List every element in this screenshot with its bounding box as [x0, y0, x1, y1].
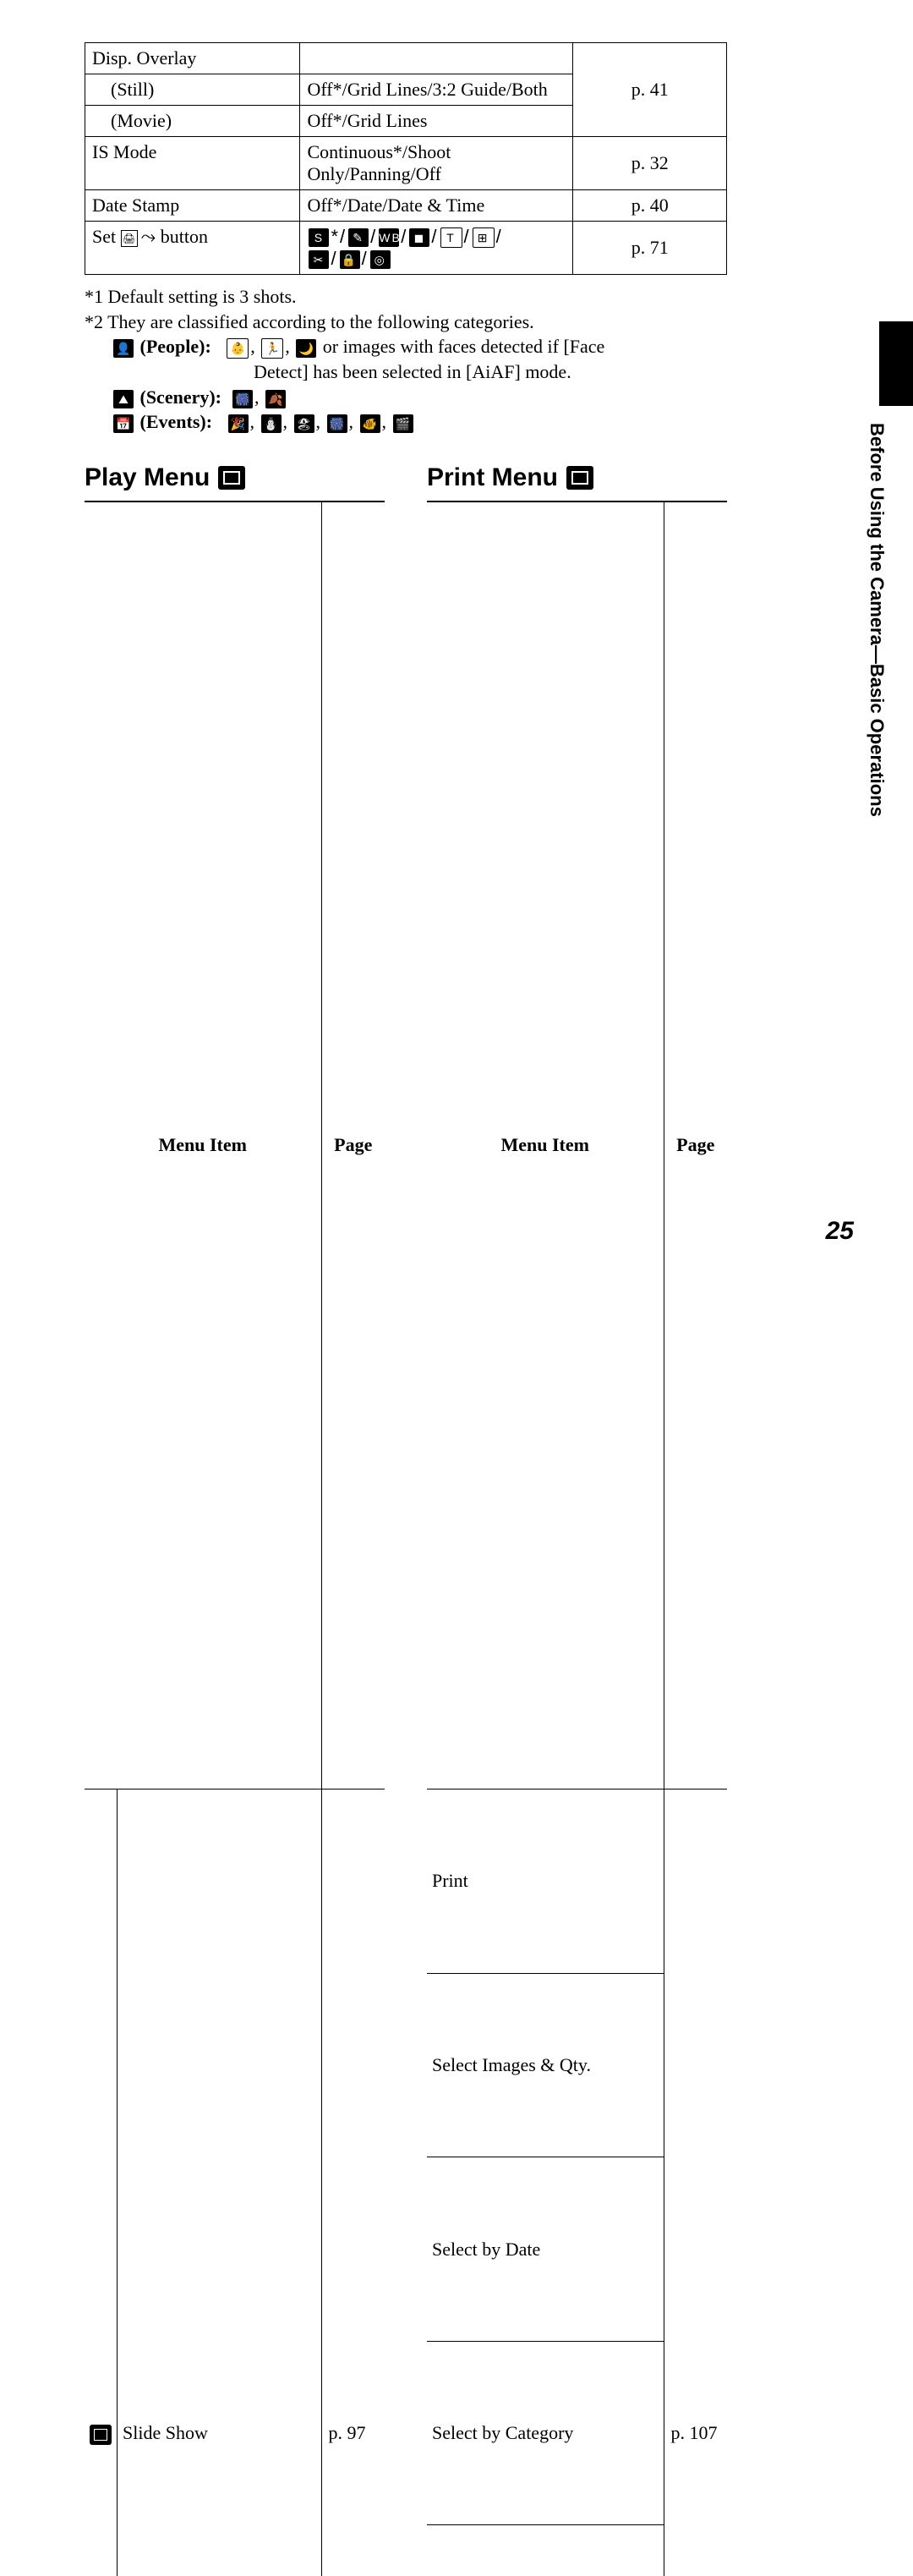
menu-item-label: Print	[427, 1789, 664, 1974]
table-header-row: Menu Item Page	[85, 501, 385, 1789]
footnote-events: 📅 (Events): 🎉, ⛄, 🏖, 🎆, 🐠, 🎬	[85, 410, 727, 434]
cell-page-datestamp: p. 40	[573, 190, 727, 222]
cell-still: (Still)	[85, 74, 300, 106]
text: or images with faces detected if [Face	[323, 336, 605, 357]
side-section-label: Before Using the Camera—Basic Operations	[861, 423, 888, 817]
menu-columns: Play Menu Menu Item Page Slide Showp. 97…	[85, 463, 862, 2576]
cell-movie-opts: Off*/Grid Lines	[300, 106, 573, 137]
text: button	[156, 226, 208, 247]
heading-text: Play Menu	[85, 463, 210, 492]
mode-icon: 🔒	[340, 250, 360, 269]
slideshow-icon	[90, 2425, 112, 2445]
menu-item-icon-cell	[85, 1789, 118, 2576]
print-menu-table: Menu Item Page Printp. 107Select Images …	[427, 501, 727, 2576]
scene-icon: 🎉	[228, 414, 249, 433]
table-row: Slide Showp. 97	[85, 1789, 385, 2576]
scene-icon: 🌙	[296, 339, 316, 358]
scene-icon: 🎬	[393, 414, 413, 433]
cell-ismode: IS Mode	[85, 137, 300, 190]
cell-setbutton-icons: S*/✎/WB/◼/T/⊞/ ✂/🔒/◎	[300, 222, 573, 275]
side-tab-icon	[879, 321, 913, 406]
cell-ismode-opts: Continuous*/Shoot Only/Panning/Off	[300, 137, 573, 190]
table-row: Set 🖨⤳ button S*/✎/WB/◼/T/⊞/ ✂/🔒/◎ p. 71	[85, 222, 727, 275]
mode-icon: S	[309, 228, 329, 247]
scenery-category-icon: ⛰	[113, 390, 134, 408]
scene-icon: 🐠	[360, 414, 380, 433]
footnote-people-line2: Detect] has been selected in [AiAF] mode…	[85, 360, 727, 384]
footnote-people: 👤 (People): 👶, 🏃, 🌙 or images with faces…	[85, 335, 727, 359]
heading-text: Print Menu	[427, 463, 558, 492]
menu-item-label: Select by Folder	[427, 2525, 664, 2576]
mode-icon: ⊞	[473, 227, 495, 248]
mode-icon: ✎	[348, 228, 369, 247]
cell-datestamp-opts: Off*/Date/Date & Time	[300, 190, 573, 222]
menu-item-page: p. 107	[664, 1789, 727, 2576]
table-row: IS Mode Continuous*/Shoot Only/Panning/O…	[85, 137, 727, 190]
events-category-icon: 📅	[113, 414, 134, 433]
menu-item-label: Slide Show	[118, 1789, 322, 2576]
text: Set	[92, 226, 121, 247]
footnotes: *1 Default setting is 3 shots. *2 They a…	[85, 285, 727, 433]
cell-still-opts: Off*/Grid Lines/3:2 Guide/Both	[300, 74, 573, 106]
settings-table-continued: Disp. Overlay p. 41 (Still) Off*/Grid Li…	[85, 42, 727, 275]
cell-empty	[300, 43, 573, 74]
footnote-scenery: ⛰ (Scenery): 🎆, 🍂	[85, 386, 727, 409]
table-row: Disp. Overlay p. 41	[85, 43, 727, 74]
print-menu-heading: Print Menu	[427, 463, 727, 492]
label: (Events):	[140, 411, 213, 432]
menu-item-label: Select Images & Qty.	[427, 1973, 664, 2157]
people-category-icon: 👤	[113, 339, 134, 358]
header-page: Page	[321, 501, 385, 1789]
mode-icon: ✂	[309, 250, 329, 269]
mode-icon: ◎	[370, 250, 391, 269]
play-menu-heading: Play Menu	[85, 463, 385, 492]
menu-item-page: p. 97	[321, 1789, 385, 2576]
scene-icon: 🏃	[261, 338, 283, 359]
cell-page-ismode: p. 32	[573, 137, 727, 190]
mode-icon: T	[440, 227, 462, 248]
scene-icon: 🎆	[232, 390, 253, 408]
cell-movie: (Movie)	[85, 106, 300, 137]
header-menuitem: Menu Item	[85, 501, 321, 1789]
scene-icon: 🎆	[327, 414, 347, 433]
menu-item-label: Select by Date	[427, 2157, 664, 2342]
mode-icon: ◼	[409, 228, 429, 247]
play-menu-column: Play Menu Menu Item Page Slide Showp. 97…	[85, 463, 385, 2576]
cell-page-dispoverlay: p. 41	[573, 43, 727, 137]
table-row: Printp. 107	[427, 1789, 727, 1974]
header-page: Page	[664, 501, 727, 1789]
page: Before Using the Camera—Basic Operations…	[0, 0, 913, 1288]
table-header-row: Menu Item Page	[427, 501, 727, 1789]
footnote-2: *2 They are classified according to the …	[85, 310, 727, 334]
print-icon	[566, 466, 593, 490]
play-icon	[218, 466, 245, 490]
footnote-1: *1 Default setting is 3 shots.	[85, 285, 727, 309]
header-menuitem: Menu Item	[427, 501, 664, 1789]
label: (People):	[140, 336, 211, 357]
mode-icon: WB	[379, 228, 399, 247]
cell-datestamp: Date Stamp	[85, 190, 300, 222]
cell-setbutton-label: Set 🖨⤳ button	[85, 222, 300, 275]
menu-item-label: Select by Category	[427, 2341, 664, 2525]
page-number: 25	[826, 1217, 854, 1246]
print-menu-column: Print Menu Menu Item Page Printp. 107Sel…	[427, 463, 727, 2576]
scene-icon: 👶	[227, 338, 249, 359]
play-menu-table: Menu Item Page Slide Showp. 97My Categor…	[85, 501, 385, 2576]
print-shortcut-icon: 🖨	[121, 230, 138, 247]
scene-icon: 🏖	[294, 414, 314, 433]
table-row: Date Stamp Off*/Date/Date & Time p. 40	[85, 190, 727, 222]
scene-icon: ⛄	[261, 414, 282, 433]
label: (Scenery):	[140, 386, 222, 408]
cell-disp-overlay: Disp. Overlay	[85, 43, 300, 74]
scene-icon: 🍂	[265, 390, 286, 408]
cell-page-setbutton: p. 71	[573, 222, 727, 275]
